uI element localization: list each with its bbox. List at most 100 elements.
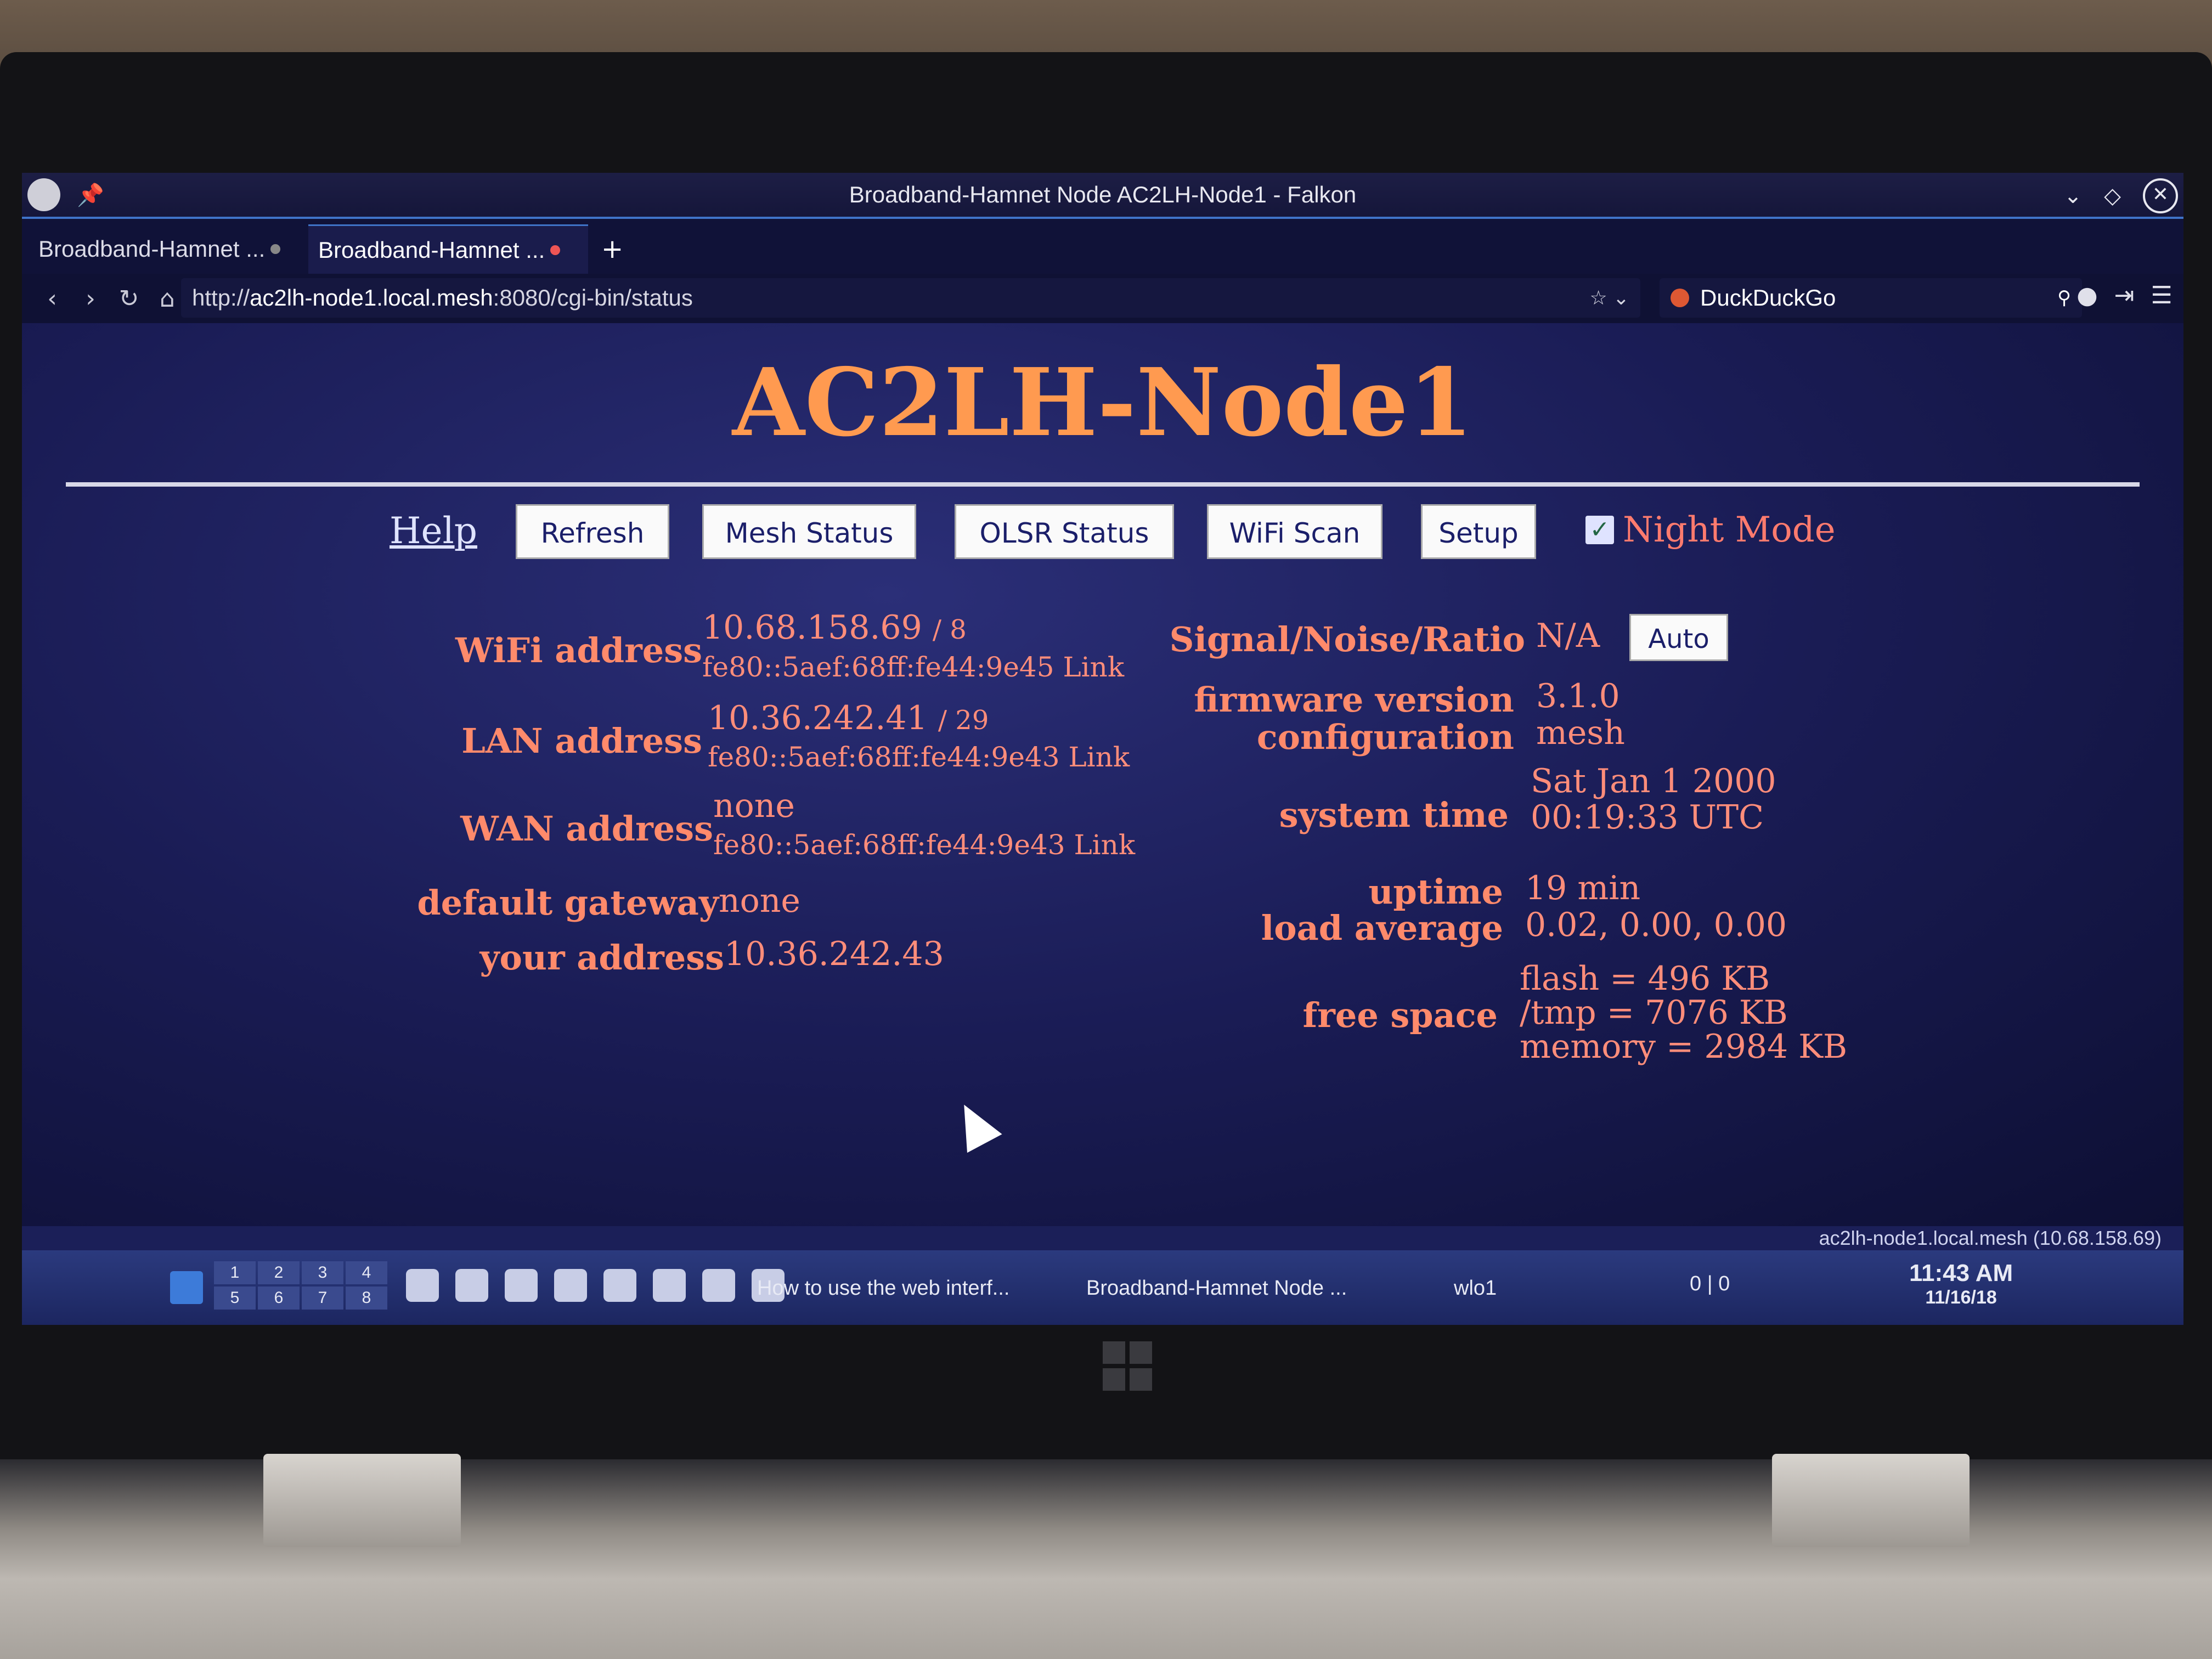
shield-launcher-icon[interactable] bbox=[455, 1269, 488, 1302]
laptop-hinge-left bbox=[263, 1454, 461, 1547]
window-title: Broadband-Hamnet Node AC2LH-Node1 - Falk… bbox=[849, 182, 1357, 207]
mesh-status-button[interactable]: Mesh Status bbox=[702, 504, 916, 559]
taskbar: 1 2 3 4 5 6 7 8 How to use the web inter… bbox=[22, 1250, 2183, 1325]
bookmark-star-icon[interactable]: ☆ ⌄ bbox=[1590, 286, 1629, 309]
url-bar[interactable]: http://ac2lh-node1.local.mesh:8080/cgi-b… bbox=[181, 278, 1640, 318]
close-icon[interactable]: ✕ bbox=[2143, 178, 2178, 213]
desktop-7[interactable]: 7 bbox=[302, 1286, 343, 1310]
desktop-2[interactable]: 2 bbox=[258, 1261, 300, 1284]
laptop-screen: 📌 Broadband-Hamnet Node AC2LH-Node1 - Fa… bbox=[22, 173, 2183, 1325]
forward-icon[interactable]: › bbox=[71, 285, 110, 313]
search-icon[interactable]: ⚲ bbox=[2057, 287, 2071, 309]
new-tab-button[interactable]: + bbox=[588, 224, 636, 274]
uptime-label: uptime bbox=[1368, 872, 1503, 912]
system-time-date: Sat Jan 1 2000 bbox=[1531, 762, 1776, 800]
wifi-ip-value: 10.68.158.69 / 8 bbox=[702, 608, 967, 647]
document-icon[interactable] bbox=[554, 1269, 587, 1302]
your-address-label: your address bbox=[479, 938, 724, 978]
adblock-icon[interactable]: ● bbox=[2076, 281, 2097, 309]
mouse-pointer-icon bbox=[946, 1095, 1002, 1153]
firmware-version-label: firmware version bbox=[1194, 680, 1514, 720]
uptime-value: 19 min bbox=[1525, 869, 1641, 907]
maximize-icon[interactable]: ◇ bbox=[2104, 183, 2121, 208]
launcher-icons bbox=[406, 1269, 785, 1302]
tab-2[interactable]: Broadband-Hamnet ... bbox=[308, 224, 588, 274]
page-content: AC2LH-Node1 Help Refresh Mesh Status OLS… bbox=[22, 323, 2183, 1226]
system-time-clock: 00:19:33 UTC bbox=[1531, 798, 1764, 837]
load-average-value: 0.02, 0.00, 0.00 bbox=[1525, 906, 1787, 944]
url-path: :8080/cgi-bin/status bbox=[493, 285, 693, 311]
default-gateway-label: default gateway bbox=[417, 883, 719, 923]
your-address-value: 10.36.242.43 bbox=[724, 935, 944, 973]
night-mode-toggle[interactable]: ✓ Night Mode bbox=[1585, 510, 1836, 550]
desktop-5[interactable]: 5 bbox=[214, 1286, 256, 1310]
duckduckgo-icon bbox=[1671, 289, 1689, 307]
free-space-label: free space bbox=[1302, 995, 1498, 1035]
hamburger-menu-icon[interactable]: ☰ bbox=[2151, 281, 2172, 309]
search-bar[interactable]: DuckDuckGo ⚲ bbox=[1660, 278, 2082, 318]
sidebar-toggle-icon[interactable]: ⇥ bbox=[2114, 281, 2135, 309]
wifi-scan-button[interactable]: WiFi Scan bbox=[1207, 504, 1383, 559]
app-menu-icon[interactable] bbox=[27, 178, 60, 211]
wifi-link-value: fe80::5aef:68ff:fe44:9e45 Link bbox=[702, 651, 1125, 683]
auto-button[interactable]: Auto bbox=[1629, 614, 1728, 661]
file-icon[interactable] bbox=[653, 1269, 686, 1302]
url-prefix: http:// bbox=[192, 285, 250, 311]
wifi-mask: / 8 bbox=[932, 614, 967, 645]
folder-icon[interactable] bbox=[603, 1269, 636, 1302]
lan-ip: 10.36.242.41 bbox=[708, 699, 928, 737]
desktop-6[interactable]: 6 bbox=[258, 1286, 300, 1310]
snr-label: Signal/Noise/Ratio bbox=[1169, 619, 1525, 659]
desktop-4[interactable]: 4 bbox=[346, 1261, 387, 1284]
back-icon[interactable]: ‹ bbox=[33, 285, 71, 313]
windows-logo-icon bbox=[1103, 1341, 1152, 1391]
configuration-label: configuration bbox=[1256, 717, 1514, 757]
clock-time: 11:43 AM bbox=[1909, 1260, 2013, 1286]
tab-label: Broadband-Hamnet ... bbox=[318, 236, 545, 263]
network-interface-label: wlo1 bbox=[1454, 1277, 1497, 1300]
chat-icon[interactable] bbox=[702, 1269, 735, 1302]
lan-address-label: LAN address bbox=[461, 721, 702, 761]
browser-status-bar: ac2lh-node1.local.mesh (10.68.158.69) bbox=[22, 1226, 2183, 1250]
desktop-pager[interactable]: 1 2 3 4 5 6 7 8 bbox=[214, 1261, 387, 1310]
image-viewer-icon[interactable] bbox=[505, 1269, 538, 1302]
reload-icon[interactable]: ↻ bbox=[110, 285, 148, 313]
refresh-button[interactable]: Refresh bbox=[516, 504, 669, 559]
pin-icon[interactable]: 📌 bbox=[77, 182, 104, 208]
tab-close-icon[interactable] bbox=[550, 245, 561, 255]
browser-launcher-icon[interactable] bbox=[406, 1269, 439, 1302]
tab-1[interactable]: Broadband-Hamnet ... bbox=[29, 224, 308, 274]
start-menu-icon[interactable] bbox=[170, 1271, 203, 1304]
wan-link-value: fe80::5aef:68ff:fe44:9e43 Link bbox=[713, 829, 1136, 861]
desktop-8[interactable]: 8 bbox=[346, 1286, 387, 1310]
tab-close-icon[interactable] bbox=[270, 244, 281, 254]
load-average-label: load average bbox=[1261, 908, 1503, 948]
snr-value: N/A bbox=[1536, 617, 1600, 655]
help-link[interactable]: Help bbox=[390, 510, 477, 552]
configuration-value: mesh bbox=[1536, 714, 1625, 752]
taskbar-task-help[interactable]: How to use the web interf... bbox=[757, 1277, 1009, 1300]
taskbar-task-browser[interactable]: Broadband-Hamnet Node ... bbox=[1086, 1277, 1347, 1300]
desktop-3[interactable]: 3 bbox=[302, 1261, 343, 1284]
menu-bar: Help Refresh Mesh Status OLSR Status WiF… bbox=[22, 504, 2183, 570]
wan-address-label: WAN address bbox=[460, 809, 713, 849]
divider bbox=[66, 482, 2140, 487]
url-host: ac2lh-node1.local.mesh bbox=[250, 285, 493, 311]
setup-button[interactable]: Setup bbox=[1421, 504, 1536, 559]
system-time-label: system time bbox=[1279, 795, 1509, 835]
night-mode-checkbox[interactable]: ✓ bbox=[1585, 516, 1614, 544]
lan-link-value: fe80::5aef:68ff:fe44:9e43 Link bbox=[708, 741, 1130, 773]
lan-mask: / 29 bbox=[938, 705, 989, 736]
tab-label: Broadband-Hamnet ... bbox=[38, 236, 266, 262]
default-gateway-value: none bbox=[719, 882, 800, 920]
desktop-1[interactable]: 1 bbox=[214, 1261, 256, 1284]
olsr-status-button[interactable]: OLSR Status bbox=[955, 504, 1174, 559]
minimize-icon[interactable]: ⌄ bbox=[2064, 183, 2083, 208]
navigation-bar: ‹ › ↻ ⌂ http://ac2lh-node1.local.mesh:80… bbox=[22, 274, 2183, 323]
search-engine-name: DuckDuckGo bbox=[1700, 285, 1836, 311]
night-mode-label: Night Mode bbox=[1623, 510, 1836, 550]
lan-ip-value: 10.36.242.41 / 29 bbox=[708, 699, 989, 737]
wifi-ip: 10.68.158.69 bbox=[702, 608, 922, 647]
tray-counts: 0 | 0 bbox=[1690, 1272, 1730, 1295]
clock[interactable]: 11:43 AM 11/16/18 bbox=[1909, 1261, 2013, 1310]
